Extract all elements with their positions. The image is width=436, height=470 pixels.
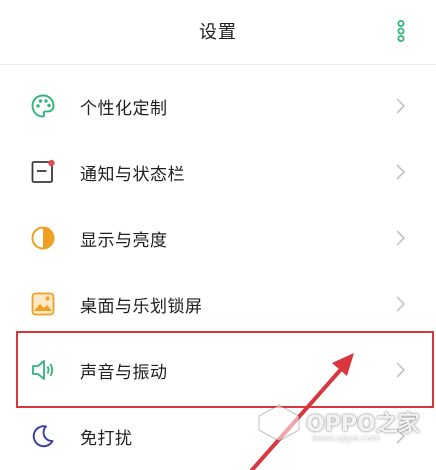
settings-item-label: 显示与亮度	[80, 231, 168, 251]
settings-item-notifications[interactable]: 通知与状态栏	[0, 138, 436, 204]
settings-item-label: 桌面与乐划锁屏	[80, 297, 203, 317]
chevron-right-icon	[396, 98, 406, 114]
settings-item-do-not-disturb[interactable]: 免打扰	[0, 402, 436, 468]
settings-item-label: 通知与状态栏	[80, 165, 185, 185]
settings-item-wallpaper[interactable]: 桌面与乐划锁屏	[0, 270, 436, 336]
header-divider	[0, 64, 436, 65]
palette-icon	[31, 94, 55, 118]
chevron-right-icon	[396, 230, 406, 246]
chevron-right-icon	[396, 296, 406, 312]
chevron-right-icon	[396, 428, 406, 444]
notification-icon	[31, 159, 55, 183]
brightness-icon	[31, 226, 55, 250]
settings-item-label: 个性化定制	[80, 99, 168, 119]
chevron-right-icon	[396, 164, 406, 180]
highlight-box	[16, 331, 434, 408]
settings-item-personalization[interactable]: 个性化定制	[0, 72, 436, 138]
settings-item-label: 免打扰	[80, 429, 133, 449]
wallpaper-icon	[31, 292, 55, 316]
settings-item-display[interactable]: 显示与亮度	[0, 204, 436, 270]
more-options-icon[interactable]	[395, 20, 407, 42]
moon-icon	[32, 425, 54, 448]
page-title: 设置	[199, 22, 237, 43]
header: 设置	[0, 0, 436, 62]
